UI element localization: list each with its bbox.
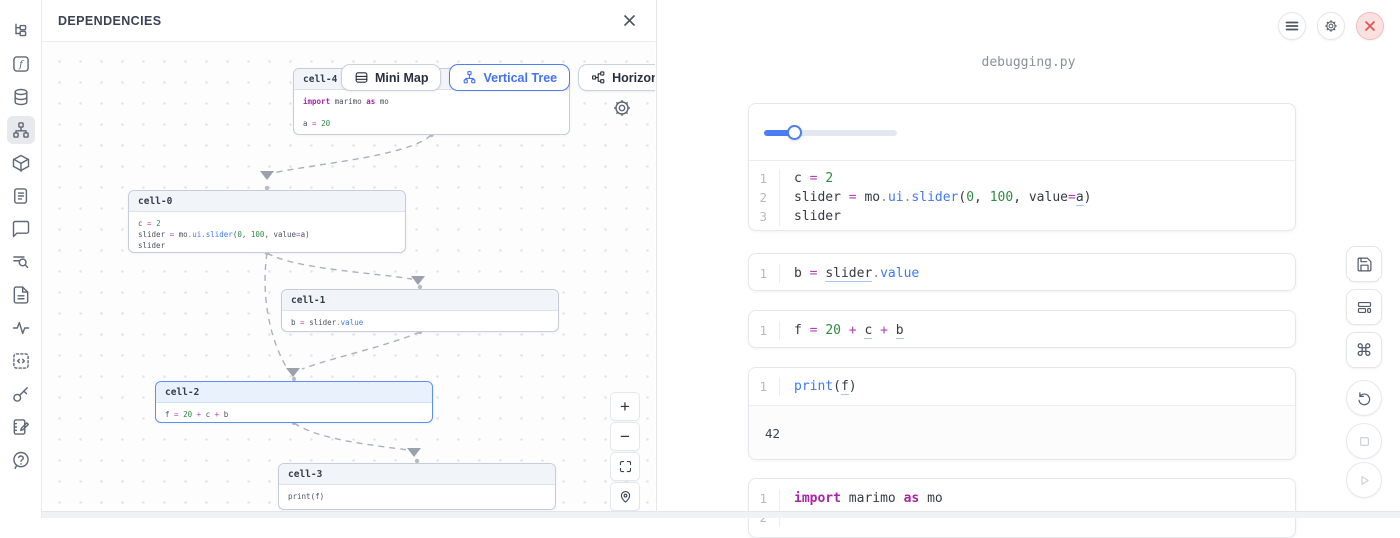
slider-widget[interactable]	[764, 125, 897, 140]
graph-view-toolbar: Mini Map Vertical Tree Horizontal Tree	[341, 64, 655, 91]
code-editor[interactable]: 1print(f)	[749, 368, 1295, 405]
code-editor[interactable]: 1import marimo as mo2	[749, 479, 1295, 537]
scratchpad-icon[interactable]	[7, 413, 35, 441]
horizontal-tree-icon	[591, 70, 606, 85]
horizontal-tree-label: Horizontal Tree	[612, 71, 655, 85]
svg-text:f: f	[18, 59, 25, 70]
node-code: c = 2slider = mo.ui.slider(0, 100, value…	[129, 212, 405, 253]
undo-button[interactable]	[1346, 380, 1382, 416]
dependencies-panel-header: DEPENDENCIES	[42, 0, 656, 42]
location-pin-icon	[618, 489, 633, 504]
gear-icon	[612, 98, 632, 118]
graph-node-cell-1[interactable]: cell-1 b = slider.value	[281, 289, 559, 332]
minimap-icon	[354, 70, 369, 85]
node-title: cell-1	[282, 290, 558, 311]
slider-thumb[interactable]	[787, 125, 802, 140]
notebook-area: debugging.py 1c = 22slider = mo.ui.slide…	[657, 0, 1400, 518]
minimap-view-button[interactable]: Mini Map	[341, 64, 441, 91]
horizontal-scrollbar[interactable]	[42, 511, 1400, 518]
helper-panel-rail: f	[0, 0, 42, 518]
cell-import: 1import marimo as mo2	[748, 478, 1296, 538]
keyboard-shortcuts-button[interactable]: ⌘	[1346, 332, 1382, 368]
close-icon	[622, 13, 637, 28]
zoom-out-button[interactable]: −	[610, 422, 640, 451]
close-panel-button[interactable]	[618, 10, 640, 32]
graph-settings-button[interactable]	[612, 98, 634, 120]
logs-icon[interactable]	[7, 182, 35, 210]
zoom-in-button[interactable]: +	[610, 392, 640, 421]
node-code: b = slider.value	[282, 311, 558, 332]
shutdown-button[interactable]	[1356, 12, 1384, 40]
vertical-tree-label: Vertical Tree	[483, 71, 557, 85]
ai-chat-icon[interactable]	[7, 215, 35, 243]
undo-icon	[1356, 390, 1373, 407]
stop-icon	[1356, 433, 1373, 450]
hamburger-menu-icon	[1285, 19, 1299, 33]
node-code: print(f)	[279, 485, 555, 508]
vertical-tree-icon	[462, 70, 477, 85]
minimap-label: Mini Map	[375, 71, 428, 85]
node-title: cell-2	[156, 382, 432, 403]
graph-node-cell-2-selected[interactable]: cell-2 f = 20 + c + b	[155, 381, 433, 423]
notebook-top-controls	[1278, 12, 1384, 40]
find-replace-icon[interactable]	[7, 248, 35, 276]
node-code: import marimo as mo a = 20	[294, 90, 569, 135]
notebook-settings-button[interactable]	[1317, 12, 1345, 40]
dependencies-panel: DEPENDENCIES	[42, 0, 657, 512]
help-icon[interactable]	[7, 446, 35, 474]
notebook-menu-button[interactable]	[1278, 12, 1306, 40]
documentation-icon[interactable]	[7, 281, 35, 309]
node-title: cell-0	[129, 191, 405, 212]
cell-f: 1f = 20 + c + b	[748, 310, 1296, 348]
cell-b: 1b = slider.value	[748, 253, 1296, 291]
node-code: f = 20 + c + b	[156, 403, 432, 423]
graph-zoom-controls: + −	[610, 392, 640, 511]
fit-view-icon	[618, 459, 633, 474]
graph-node-cell-0[interactable]: cell-0 c = 2slider = mo.ui.slider(0, 100…	[128, 190, 406, 253]
play-icon	[1356, 472, 1373, 489]
layout-button[interactable]	[1346, 289, 1382, 325]
save-icon	[1356, 256, 1373, 273]
panel-title: DEPENDENCIES	[58, 14, 161, 28]
horizontal-tree-view-button[interactable]: Horizontal Tree	[578, 64, 655, 91]
notebook-filename: debugging.py	[657, 55, 1400, 70]
node-title: cell-3	[279, 464, 555, 485]
layout-icon	[1356, 299, 1373, 316]
code-editor[interactable]: 1c = 22slider = mo.ui.slider(0, 100, val…	[749, 161, 1295, 231]
vertical-tree-view-button[interactable]: Vertical Tree	[449, 64, 570, 91]
code-editor[interactable]: 1b = slider.value	[749, 254, 1295, 291]
code-editor[interactable]: 1f = 20 + c + b	[749, 311, 1295, 348]
cell-slider: 1c = 22slider = mo.ui.slider(0, 100, val…	[748, 103, 1296, 231]
command-icon: ⌘	[1356, 342, 1373, 359]
cell-output-slider	[749, 104, 1295, 161]
cell-output-text: 42	[749, 405, 1295, 460]
close-icon	[1363, 19, 1377, 33]
file-tree-icon[interactable]	[7, 17, 35, 45]
datasources-icon[interactable]	[7, 83, 35, 111]
dependency-graph-icon[interactable]	[7, 116, 35, 144]
tracebacks-icon[interactable]	[7, 314, 35, 342]
secrets-icon[interactable]	[7, 380, 35, 408]
save-button[interactable]	[1346, 246, 1382, 282]
cell-print: 1print(f) 42	[748, 367, 1296, 460]
packages-icon[interactable]	[7, 149, 35, 177]
dependency-graph-canvas[interactable]: cell-4 import marimo as mo a = 20 cell-0…	[42, 42, 655, 511]
fit-view-button[interactable]	[610, 452, 640, 481]
center-selection-button[interactable]	[610, 482, 640, 511]
gear-icon	[1324, 19, 1338, 33]
graph-node-cell-3[interactable]: cell-3 print(f)	[278, 463, 556, 510]
stop-button[interactable]	[1346, 423, 1382, 459]
snippets-icon[interactable]	[7, 347, 35, 375]
functions-icon[interactable]: f	[7, 50, 35, 78]
run-button[interactable]	[1346, 462, 1382, 498]
